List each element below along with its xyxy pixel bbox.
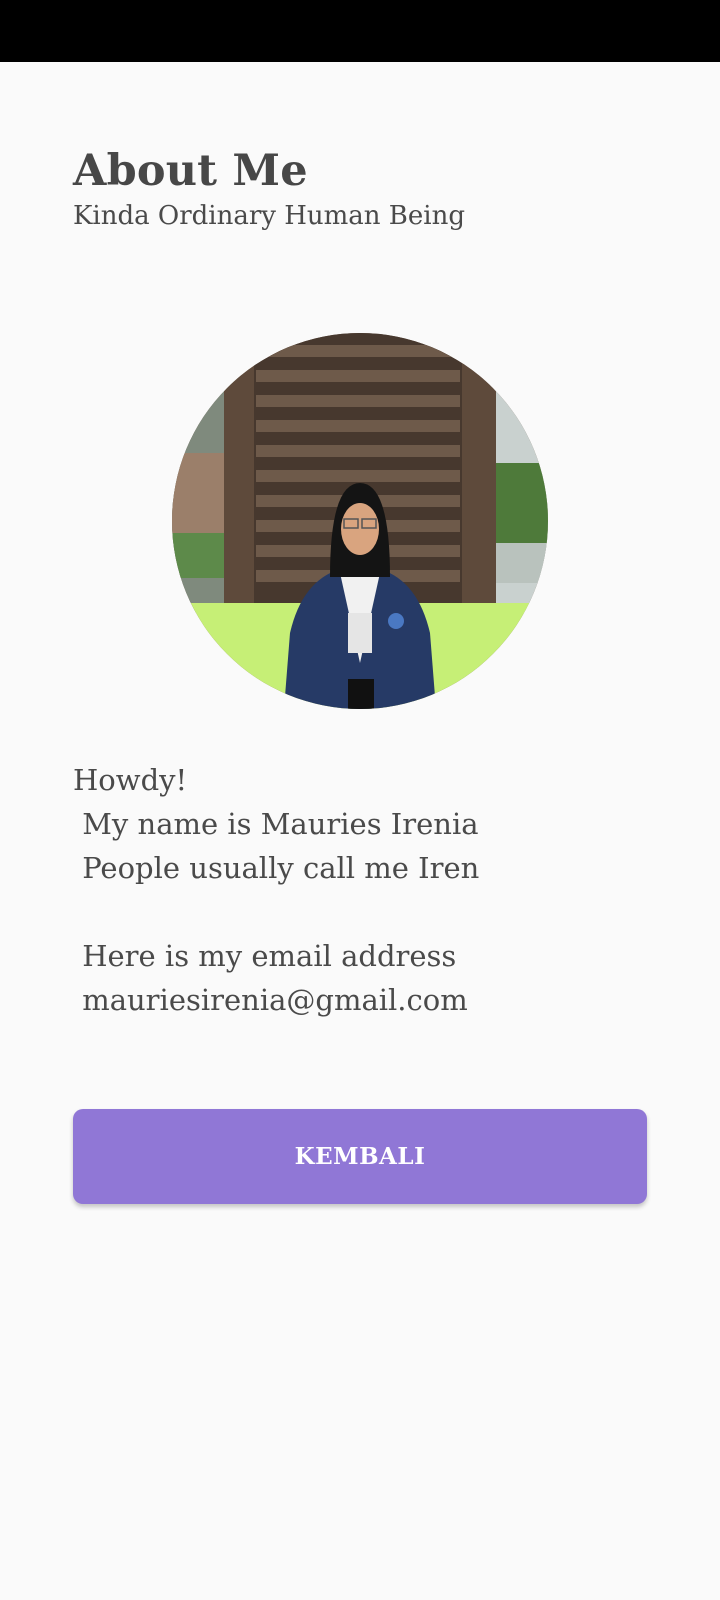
bio-name: My name is Mauries Irenia	[73, 807, 479, 841]
profile-photo	[172, 333, 548, 709]
bio-text: Howdy! My name is Mauries Irenia People …	[73, 758, 633, 1022]
bio-email-intro: Here is my email address	[73, 939, 457, 973]
bio-greeting: Howdy!	[73, 763, 188, 797]
about-screen: About Me Kinda Ordinary Human Being Howd…	[0, 62, 720, 1600]
bio-spacer	[73, 890, 633, 934]
page-subtitle: Kinda Ordinary Human Being	[73, 201, 466, 231]
bio-email: mauriesirenia@gmail.com	[73, 983, 468, 1017]
bio-nickname: People usually call me Iren	[73, 851, 480, 885]
page-title: About Me	[73, 146, 308, 196]
back-button[interactable]: KEMBALI	[73, 1109, 647, 1204]
status-bar	[0, 0, 720, 62]
